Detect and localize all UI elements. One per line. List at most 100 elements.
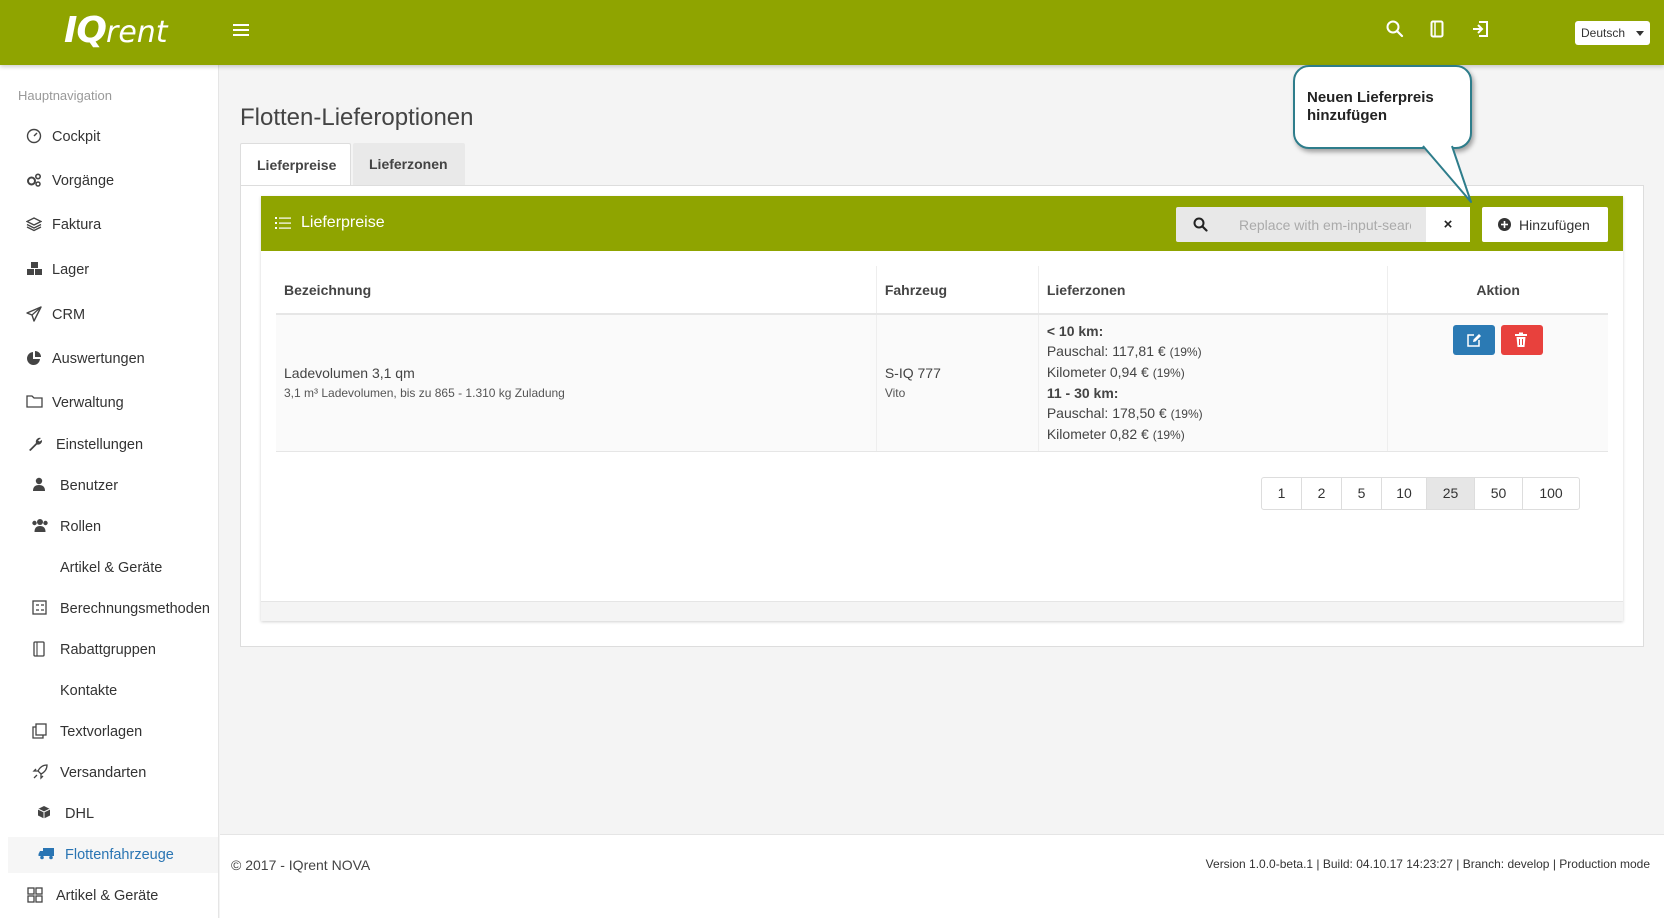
list-icon xyxy=(275,216,291,230)
box-header: Lieferpreise × Hinzufügen xyxy=(261,196,1623,251)
search-icon xyxy=(1193,217,1208,237)
nav-header: Hauptnavigation xyxy=(18,88,112,103)
clear-search-button[interactable]: × xyxy=(1426,207,1470,242)
page-size-100[interactable]: 100 xyxy=(1523,478,1579,509)
sidebar-item-artikel-geraete[interactable]: Artikel & Geräte xyxy=(0,878,219,914)
add-button-label: Hinzufügen xyxy=(1519,217,1590,233)
book-icon xyxy=(33,641,51,659)
zone-name: < 10 km: xyxy=(1046,322,1104,339)
sidebar-item-berechnungsmethoden[interactable]: Berechnungsmethoden xyxy=(0,591,219,627)
callout-pointer xyxy=(1422,140,1472,203)
page-size-2[interactable]: 2 xyxy=(1302,478,1342,509)
zone-flat-price: Pauschal: 178,50 € (19%) xyxy=(1046,404,1203,421)
sidebar-item-kontakte[interactable]: Kontakte xyxy=(0,673,219,709)
sidebar-item-textvorlagen[interactable]: Textvorlagen xyxy=(0,714,219,750)
sidebar-item-crm[interactable]: CRM xyxy=(0,297,219,333)
sidebar-item-auswertungen[interactable]: Auswertungen xyxy=(0,341,219,377)
book-icon[interactable] xyxy=(1430,20,1454,44)
paper-plane-icon xyxy=(26,306,44,324)
table-header-row: Bezeichnung Fahrzeug Lieferzonen Aktion xyxy=(276,266,1608,315)
app-logo[interactable]: IQrent xyxy=(64,10,168,51)
gauge-icon xyxy=(26,128,44,146)
column-header[interactable]: Fahrzeug xyxy=(876,266,1039,315)
layers-icon xyxy=(25,216,44,234)
chevron-down-icon xyxy=(1636,31,1644,36)
lieferpreise-box: Lieferpreise × Hinzufügen xyxy=(261,196,1623,621)
page-size-50[interactable]: 50 xyxy=(1475,478,1523,509)
cube-icon xyxy=(37,805,55,823)
search-icon[interactable] xyxy=(1386,20,1410,44)
zone-name: 11 - 30 km: xyxy=(1046,384,1119,401)
column-header[interactable]: Bezeichnung xyxy=(276,266,877,315)
sidebar-item-benutzer[interactable]: Benutzer xyxy=(0,468,219,504)
top-bar: IQrent Deutsch xyxy=(0,0,1664,65)
calculator-icon xyxy=(32,600,50,618)
add-button[interactable]: Hinzufügen xyxy=(1482,207,1608,242)
sidebar-item-rollen[interactable]: Rollen xyxy=(0,509,219,545)
search-group: × xyxy=(1176,207,1470,242)
sidebar-item-flottenfahrzeuge[interactable]: Flottenfahrzeuge xyxy=(8,837,218,873)
page-size-25[interactable]: 25 xyxy=(1427,478,1475,509)
edit-icon xyxy=(1467,334,1482,347)
copy-icon xyxy=(32,723,50,741)
page-size-10[interactable]: 10 xyxy=(1382,478,1427,509)
version-info: Version 1.0.0-beta.1 | Build: 04.10.17 1… xyxy=(1205,857,1650,871)
tab-lieferpreise[interactable]: Lieferpreise xyxy=(240,143,351,185)
cell-fahrzeug: S-IQ 777 Vito xyxy=(876,314,1039,452)
page-title: Flotten-Lieferoptionen xyxy=(240,104,474,131)
box-title: Lieferpreise xyxy=(301,214,385,231)
tab-lieferzonen[interactable]: Lieferzonen xyxy=(353,143,465,185)
zone-km-price: Kilometer 0,82 € (19%) xyxy=(1046,425,1185,442)
edit-button[interactable] xyxy=(1453,325,1496,355)
search-button[interactable] xyxy=(1176,207,1224,242)
plus-circle-icon xyxy=(1498,218,1511,231)
sidebar-item-cockpit[interactable]: Cockpit xyxy=(0,119,219,155)
sidebar-item-dhl[interactable]: DHL xyxy=(0,796,219,832)
sidebar-item-lager[interactable]: Lager xyxy=(0,252,219,288)
user-icon xyxy=(32,477,50,495)
table-row: Ladevolumen 3,1 qm 3,1 m³ Ladevolumen, b… xyxy=(276,314,1608,452)
sidebar-item-faktura[interactable]: Faktura xyxy=(0,207,219,243)
sidebar-item-versandarten[interactable]: Versandarten xyxy=(0,755,219,791)
box-footer xyxy=(261,601,1623,621)
truck-icon xyxy=(38,846,56,864)
search-input[interactable] xyxy=(1224,207,1426,242)
page-size-5[interactable]: 5 xyxy=(1342,478,1382,509)
sidebar: Hauptnavigation Cockpit Vorgänge Faktura… xyxy=(0,65,219,918)
sidebar-item-rabattgruppen[interactable]: Rabattgruppen xyxy=(0,632,219,668)
cell-lieferzonen: < 10 km: Pauschal: 117,81 € (19%) Kilome… xyxy=(1038,314,1389,452)
rocket-icon xyxy=(32,764,50,782)
page-footer: © 2017 - IQrent NOVA Version 1.0.0-beta.… xyxy=(220,834,1664,918)
sidebar-item-artikel-geraete-settings[interactable]: Artikel & Geräte xyxy=(0,550,219,586)
sidebar-item-vorgaenge[interactable]: Vorgänge xyxy=(0,163,219,199)
cell-bezeichnung: Ladevolumen 3,1 qm 3,1 m³ Ladevolumen, b… xyxy=(276,314,877,452)
cubes-icon xyxy=(26,261,44,279)
zone-km-price: Kilometer 0,94 € (19%) xyxy=(1046,363,1185,380)
row-vehicle-model: Vito xyxy=(884,386,906,401)
cell-aktion xyxy=(1387,314,1608,452)
users-icon xyxy=(31,518,49,536)
gears-icon xyxy=(26,172,44,190)
row-vehicle: S-IQ 777 xyxy=(884,365,941,382)
menu-toggle-icon[interactable] xyxy=(233,24,249,38)
lieferpreise-table: Bezeichnung Fahrzeug Lieferzonen Aktion … xyxy=(276,266,1608,452)
zone-flat-price: Pauschal: 117,81 € (19%) xyxy=(1046,342,1202,359)
callout-tooltip: Neuen Lieferpreis hinzufügen xyxy=(1293,65,1472,149)
wrench-icon xyxy=(27,436,45,454)
column-header[interactable]: Lieferzonen xyxy=(1038,266,1389,315)
pie-chart-icon xyxy=(26,350,44,368)
page-size-1[interactable]: 1 xyxy=(1262,478,1302,509)
page-size-selector: 1 2 5 10 25 50 100 xyxy=(1261,477,1580,510)
sidebar-item-verwaltung[interactable]: Verwaltung xyxy=(0,385,219,421)
logout-icon[interactable] xyxy=(1472,20,1496,44)
language-select[interactable]: Deutsch xyxy=(1575,21,1650,45)
row-description: 3,1 m³ Ladevolumen, bis zu 865 - 1.310 k… xyxy=(284,386,565,401)
trash-icon xyxy=(1515,332,1528,347)
sidebar-item-einstellungen[interactable]: Einstellungen xyxy=(0,427,219,463)
folder-icon xyxy=(26,394,44,412)
row-name: Ladevolumen 3,1 qm xyxy=(284,365,415,382)
column-header: Aktion xyxy=(1387,266,1608,315)
delete-button[interactable] xyxy=(1501,325,1544,355)
tab-content-panel: Lieferpreise × Hinzufügen xyxy=(240,185,1644,647)
grid-icon xyxy=(27,887,45,905)
